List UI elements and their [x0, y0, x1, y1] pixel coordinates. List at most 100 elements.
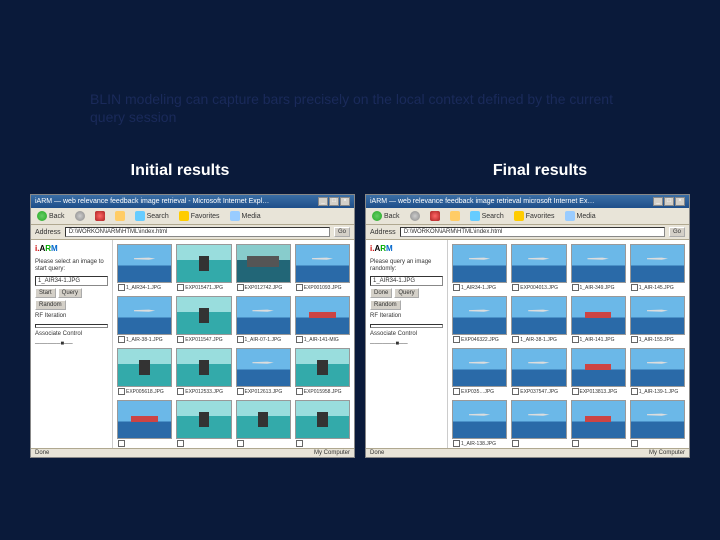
result-checkbox[interactable] — [237, 388, 244, 395]
result-thumb[interactable] — [236, 296, 291, 335]
result-thumb[interactable] — [236, 348, 291, 387]
home-button[interactable] — [448, 210, 462, 222]
result-thumb[interactable] — [630, 400, 685, 439]
result-thumb[interactable] — [176, 400, 231, 439]
result-checkbox[interactable] — [572, 388, 579, 395]
result-thumb[interactable] — [630, 244, 685, 283]
minimize-button[interactable]: _ — [653, 197, 663, 206]
result-thumb[interactable] — [176, 296, 231, 335]
result-checkbox[interactable] — [512, 440, 519, 447]
result-thumb[interactable] — [295, 400, 350, 439]
search-button[interactable]: Search — [468, 210, 506, 222]
result-checkbox[interactable] — [296, 284, 303, 291]
result-checkbox[interactable] — [453, 284, 460, 291]
result-checkbox[interactable] — [453, 388, 460, 395]
assoc-slider[interactable]: ──────■── — [370, 341, 443, 348]
close-button[interactable]: × — [675, 197, 685, 206]
result-thumb[interactable] — [295, 296, 350, 335]
result-thumb[interactable] — [452, 244, 507, 283]
result-thumb[interactable] — [452, 400, 507, 439]
stop-button[interactable] — [93, 210, 107, 222]
result-thumb[interactable] — [571, 400, 626, 439]
result-checkbox[interactable] — [631, 284, 638, 291]
result-checkbox[interactable] — [631, 336, 638, 343]
result-thumb[interactable] — [176, 348, 231, 387]
maximize-button[interactable]: □ — [664, 197, 674, 206]
random-button[interactable]: Random — [370, 300, 401, 310]
result-thumb[interactable] — [511, 400, 566, 439]
result-checkbox[interactable] — [631, 440, 638, 447]
result-thumb[interactable] — [117, 348, 172, 387]
query-button[interactable]: Query — [58, 288, 82, 298]
result-checkbox[interactable] — [118, 284, 125, 291]
result-checkbox[interactable] — [296, 388, 303, 395]
result-checkbox[interactable] — [296, 336, 303, 343]
result-checkbox[interactable] — [512, 284, 519, 291]
go-button[interactable]: Go — [669, 227, 685, 237]
result-thumb[interactable] — [571, 244, 626, 283]
close-button[interactable]: × — [340, 197, 350, 206]
result-checkbox[interactable] — [118, 336, 125, 343]
query-field[interactable]: 1_AIR34-1.JPG — [35, 276, 108, 286]
result-checkbox[interactable] — [177, 336, 184, 343]
address-input[interactable]: D:\WORKON\iARM\HTML\index.html — [65, 227, 330, 237]
maximize-button[interactable]: □ — [329, 197, 339, 206]
result-thumb[interactable] — [452, 296, 507, 335]
result-thumb[interactable] — [236, 244, 291, 283]
result-checkbox[interactable] — [177, 440, 184, 447]
result-thumb[interactable] — [511, 296, 566, 335]
result-checkbox[interactable] — [512, 388, 519, 395]
minimize-button[interactable]: _ — [318, 197, 328, 206]
stop-button[interactable] — [428, 210, 442, 222]
assoc-slider[interactable]: ──────■── — [35, 341, 108, 348]
start-button[interactable]: Done — [370, 288, 392, 298]
result-thumb[interactable] — [452, 348, 507, 387]
go-button[interactable]: Go — [334, 227, 350, 237]
media-button[interactable]: Media — [563, 210, 598, 222]
result-checkbox[interactable] — [572, 284, 579, 291]
result-thumb[interactable] — [630, 296, 685, 335]
result-checkbox[interactable] — [296, 440, 303, 447]
result-checkbox[interactable] — [572, 336, 579, 343]
result-thumb[interactable] — [117, 296, 172, 335]
result-thumb[interactable] — [630, 348, 685, 387]
random-button[interactable]: Random — [35, 300, 66, 310]
result-checkbox[interactable] — [572, 440, 579, 447]
result-checkbox[interactable] — [237, 440, 244, 447]
result-thumb[interactable] — [511, 348, 566, 387]
result-checkbox[interactable] — [237, 336, 244, 343]
query-field[interactable]: 1_AIR34-1.JPG — [370, 276, 443, 286]
query-button[interactable]: Query — [394, 288, 418, 298]
result-checkbox[interactable] — [631, 388, 638, 395]
rf-field[interactable] — [370, 324, 443, 328]
result-thumb[interactable] — [571, 348, 626, 387]
favorites-button[interactable]: Favorites — [177, 210, 222, 222]
back-button[interactable]: Back — [370, 210, 402, 222]
result-checkbox[interactable] — [512, 336, 519, 343]
media-button[interactable]: Media — [228, 210, 263, 222]
result-thumb[interactable] — [295, 244, 350, 283]
result-checkbox[interactable] — [237, 284, 244, 291]
result-thumb[interactable] — [236, 400, 291, 439]
address-input[interactable]: D:\WORKON\iARM\HTML\index.html — [400, 227, 665, 237]
forward-button[interactable] — [73, 210, 87, 222]
rf-field[interactable] — [35, 324, 108, 328]
result-thumb[interactable] — [295, 348, 350, 387]
forward-button[interactable] — [408, 210, 422, 222]
result-checkbox[interactable] — [118, 388, 125, 395]
back-button[interactable]: Back — [35, 210, 67, 222]
result-thumb[interactable] — [511, 244, 566, 283]
home-button[interactable] — [113, 210, 127, 222]
search-button[interactable]: Search — [133, 210, 171, 222]
result-checkbox[interactable] — [177, 388, 184, 395]
result-thumb[interactable] — [571, 296, 626, 335]
result-thumb[interactable] — [176, 244, 231, 283]
result-thumb[interactable] — [117, 244, 172, 283]
result-checkbox[interactable] — [453, 336, 460, 343]
result-checkbox[interactable] — [453, 440, 460, 447]
favorites-button[interactable]: Favorites — [512, 210, 557, 222]
result-checkbox[interactable] — [118, 440, 125, 447]
result-thumb[interactable] — [117, 400, 172, 439]
result-checkbox[interactable] — [177, 284, 184, 291]
start-button[interactable]: Start — [35, 288, 56, 298]
